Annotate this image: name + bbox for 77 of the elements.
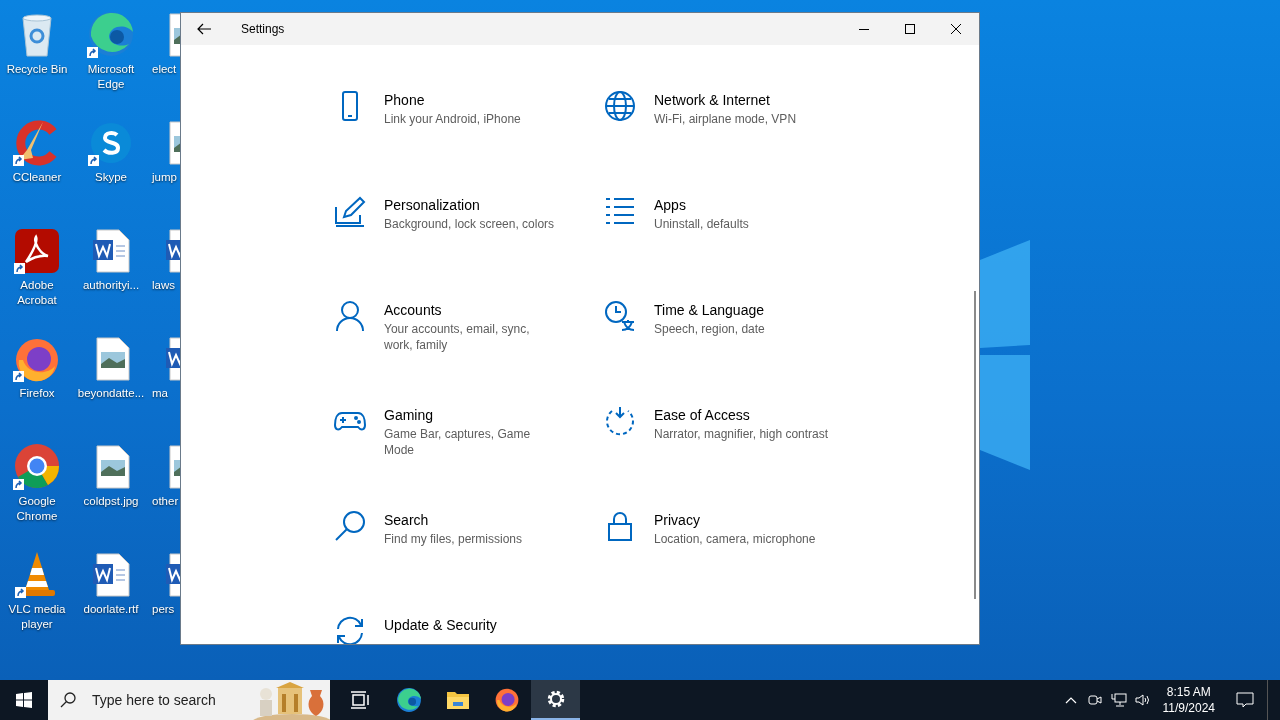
clock[interactable]: 8:15 AM 11/9/2024 <box>1154 684 1223 716</box>
category-description: Find my files, permissions <box>384 531 523 547</box>
search-box[interactable]: Type here to search <box>48 680 330 720</box>
desktop-icon-label[interactable]: VLC media player <box>1 602 73 632</box>
desktop-icon-label[interactable]: Skype <box>95 170 127 185</box>
category-description: Background, lock screen, colors <box>384 216 555 232</box>
sync-arrows-icon <box>334 615 366 644</box>
word-document-icon <box>91 552 131 598</box>
firefox-icon <box>493 687 520 713</box>
settings-category-link[interactable]: Ease of Access <box>654 407 829 423</box>
date-text: 11/9/2024 <box>1162 700 1215 716</box>
settings-category-link[interactable]: Phone <box>384 92 521 108</box>
edge-icon <box>395 687 422 713</box>
desktop-icon-label[interactable]: elect <box>152 62 177 77</box>
desktop-icon-label[interactable]: ma <box>152 386 168 401</box>
desktop-icon-label[interactable]: other <box>152 494 179 509</box>
category-description: Link your Android, iPhone <box>384 111 521 127</box>
pen-drawing-icon <box>334 195 366 227</box>
scrollbar[interactable] <box>974 291 976 599</box>
desktop-icon-label[interactable]: Recycle Bin <box>6 62 68 77</box>
settings-category-link[interactable]: Personalization <box>384 197 555 213</box>
settings-category-link[interactable]: Privacy <box>654 512 816 528</box>
close-icon <box>951 24 961 34</box>
accessibility-icon <box>604 405 636 437</box>
category-description: Your accounts, email, sync, work, family <box>384 321 531 353</box>
desktop-icon-label[interactable]: CCleaner <box>12 170 62 185</box>
desktop-icon-label[interactable]: Microsoft Edge <box>75 62 147 92</box>
folder-icon <box>445 689 470 711</box>
category-description: Game Bar, captures, Game Mode <box>384 426 532 458</box>
speaker-icon <box>1134 693 1151 707</box>
globe-icon <box>604 90 636 122</box>
word-document-icon <box>91 228 131 274</box>
desktop-icon-label[interactable]: laws <box>152 278 175 293</box>
chevron-up-icon <box>1064 696 1077 704</box>
desktop-icon-label[interactable]: doorlate.rtf <box>83 602 139 617</box>
acrobat-icon <box>14 228 60 274</box>
taskbar-app-button[interactable] <box>531 680 580 720</box>
desktop-icon-label[interactable]: Firefox <box>19 386 55 401</box>
chrome-icon <box>13 442 61 490</box>
settings-category-link[interactable]: Search <box>384 512 523 528</box>
settings-category-link[interactable]: Accounts <box>384 302 559 318</box>
list-icon <box>604 195 636 227</box>
settings-category-link[interactable]: Gaming <box>384 407 559 423</box>
search-icon <box>334 510 366 542</box>
maximize-icon <box>905 24 915 34</box>
category-description: Uninstall, defaults <box>654 216 749 232</box>
time-text: 8:15 AM <box>1165 684 1212 700</box>
category-description: Narrator, magnifier, high contrast <box>654 426 829 442</box>
speech-bubble-icon <box>1236 692 1254 708</box>
clock-icon <box>604 300 636 332</box>
settings-category-link[interactable]: Apps <box>654 197 749 213</box>
desktop-icon-label[interactable]: coldpst.jpg <box>83 494 139 509</box>
minimize-icon <box>859 28 869 30</box>
window-title: Settings <box>241 22 286 36</box>
search-icon <box>60 692 76 708</box>
skype-icon <box>88 120 134 166</box>
back-arrow-icon <box>197 23 211 35</box>
firefox-icon <box>13 336 61 382</box>
desktop-icon-label[interactable]: pers <box>152 602 175 617</box>
settings-category-link[interactable]: Network & Internet <box>654 92 797 108</box>
category-description: Wi-Fi, airplane mode, VPN <box>654 111 797 127</box>
category-description: Location, camera, microphone <box>654 531 816 547</box>
desktop-icon-label[interactable]: Google Chrome <box>1 494 73 524</box>
camera-icon <box>1087 693 1102 707</box>
person-icon <box>334 300 366 332</box>
desktop-icon-label[interactable]: beyondatte... <box>77 386 145 401</box>
search-field[interactable]: Type here to search <box>90 691 244 709</box>
task-view-icon <box>349 691 370 709</box>
desktop-icon-label[interactable]: authorityi... <box>82 278 140 293</box>
desktop-icon-label[interactable]: jump <box>152 170 177 185</box>
network-icon <box>1110 693 1127 707</box>
windows-logo-icon <box>16 692 32 708</box>
category-description: Speech, region, date <box>654 321 765 337</box>
settings-category-link[interactable]: Time & Language <box>654 302 765 318</box>
edge-icon <box>87 10 135 58</box>
settings-category-link[interactable]: Update & Security <box>384 617 497 633</box>
desktop-icon-label[interactable]: Adobe Acrobat <box>1 278 73 308</box>
